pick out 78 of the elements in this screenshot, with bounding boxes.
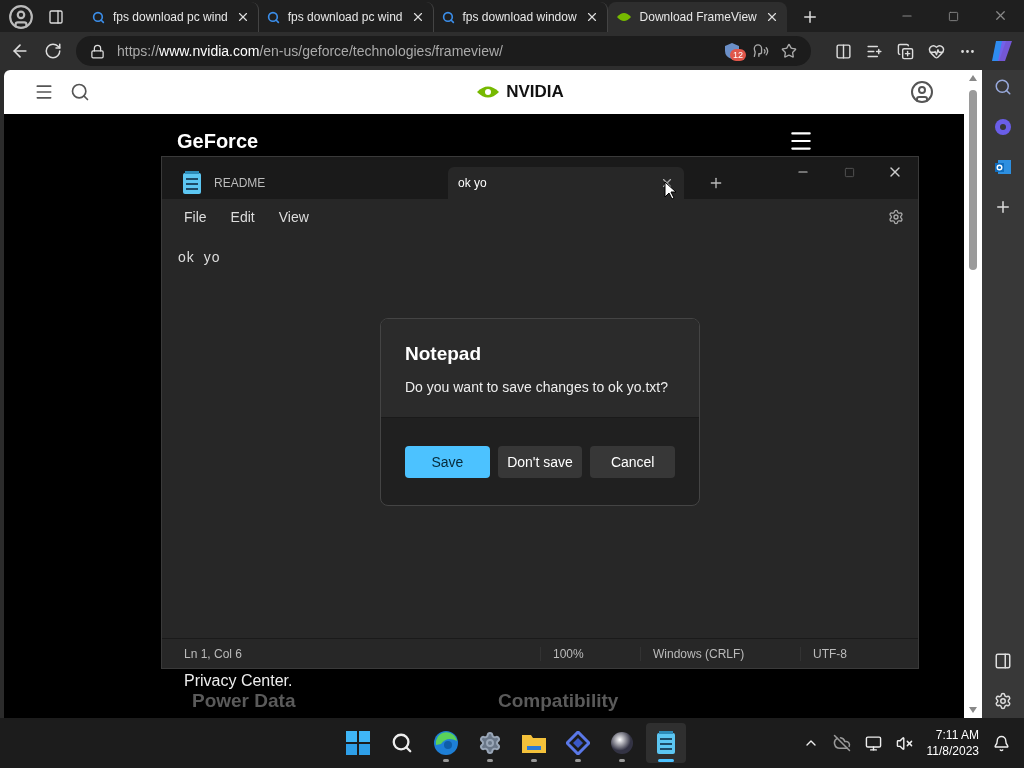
taskbar-app-button[interactable] [646, 723, 686, 763]
site-heading: GeForce [177, 129, 259, 153]
tab-actions-icon[interactable] [48, 9, 64, 25]
settings-icon[interactable] [888, 209, 904, 225]
eye-logo-icon [615, 11, 632, 23]
dialog-title: Notepad [405, 343, 482, 365]
tab-title: fps download pc wind [113, 10, 228, 24]
scrollbar[interactable] [964, 70, 982, 718]
section-heading: Compatibility [498, 690, 620, 712]
scroll-up-icon[interactable] [968, 74, 978, 82]
copilot-icon[interactable] [990, 40, 1014, 62]
heart-pulse-icon[interactable] [928, 42, 945, 60]
document-text: ok yo [178, 249, 222, 265]
mouse-pointer-icon [664, 181, 676, 200]
refresh-icon[interactable] [44, 42, 62, 60]
dialog-message: Do you want to save changes to ok yo.txt? [405, 379, 670, 395]
profile-icon[interactable] [8, 4, 34, 30]
sidebar-toggle-icon[interactable] [994, 652, 1012, 670]
network-icon[interactable] [864, 734, 882, 752]
url-text: https://www.nvidia.com/en-us/geforce/technologies/frameview/ [117, 43, 504, 59]
notification-icon[interactable] [993, 734, 1010, 752]
tab-title: fps download pc wind [287, 10, 403, 24]
status-text: Ln 1, Col 6 [183, 646, 244, 661]
gear-icon [478, 731, 502, 755]
tab-title: ok yo [458, 176, 488, 190]
search-icon [92, 10, 105, 24]
new-tab-icon[interactable] [708, 175, 724, 191]
time-text: 7:11 AM [935, 728, 979, 742]
notepad-icon [182, 171, 202, 195]
collections-icon[interactable] [897, 42, 914, 60]
notepad-icon [656, 731, 676, 755]
scroll-down-icon[interactable] [968, 706, 978, 714]
scrollbar-thumb[interactable] [969, 90, 977, 270]
document-tab[interactable]: ok yo [448, 167, 684, 199]
status-text: Windows (CRLF) [640, 646, 800, 661]
search-icon[interactable] [70, 82, 90, 102]
count-badge: 12 [730, 49, 746, 61]
menu-item[interactable]: File [176, 205, 215, 229]
status-text: UTF-8 [800, 646, 918, 661]
folder-icon [521, 732, 547, 754]
search-icon[interactable] [994, 78, 1012, 96]
menu-icon[interactable] [34, 82, 54, 102]
date-text: 11/8/2023 [926, 744, 979, 758]
search-icon [266, 10, 280, 24]
brand-logo-text: NVIDIA [506, 82, 564, 102]
dialog-button[interactable]: Save [405, 445, 490, 478]
browser-tab[interactable]: Download FrameView [607, 2, 787, 32]
search-icon [391, 732, 413, 754]
menu-item[interactable]: Edit [222, 205, 263, 229]
browser-icon [433, 730, 459, 756]
search-icon [441, 10, 455, 24]
mail-app-icon[interactable] [994, 158, 1012, 176]
menu-item[interactable]: View [270, 205, 317, 229]
status-text: 100% [540, 646, 640, 661]
address-bar[interactable]: https://www.nvidia.com/en-us/geforce/technologies/frameview/ 12 [76, 36, 811, 66]
app-icon [566, 731, 590, 755]
tab-title: README [214, 176, 267, 190]
read-aloud-icon[interactable] [753, 43, 769, 59]
restore-icon[interactable] [948, 11, 959, 22]
clock[interactable]: 7:11 AM 11/8/2023 [926, 728, 979, 758]
link-text[interactable]: Privacy Center. [184, 672, 293, 690]
eye-logo-icon [476, 84, 501, 100]
dialog-button[interactable]: Cancel [590, 445, 675, 478]
section-heading: Power Data [191, 690, 297, 712]
tab-title: fps download window [462, 10, 577, 24]
dialog-button[interactable]: Don't save [497, 445, 583, 478]
sphere-icon [610, 731, 634, 755]
account-icon[interactable] [910, 80, 934, 104]
copilot-icon[interactable] [994, 118, 1012, 136]
document-tab[interactable]: README [172, 167, 448, 199]
add-icon[interactable] [994, 198, 1012, 216]
tab-title: Download FrameView [639, 10, 757, 24]
mute-icon[interactable] [895, 734, 913, 752]
lock-icon [90, 43, 105, 59]
windows-logo-icon [346, 731, 370, 755]
cloud-off-icon[interactable] [832, 734, 851, 752]
split-screen-icon[interactable] [835, 42, 852, 60]
favorite-icon[interactable] [781, 43, 797, 59]
